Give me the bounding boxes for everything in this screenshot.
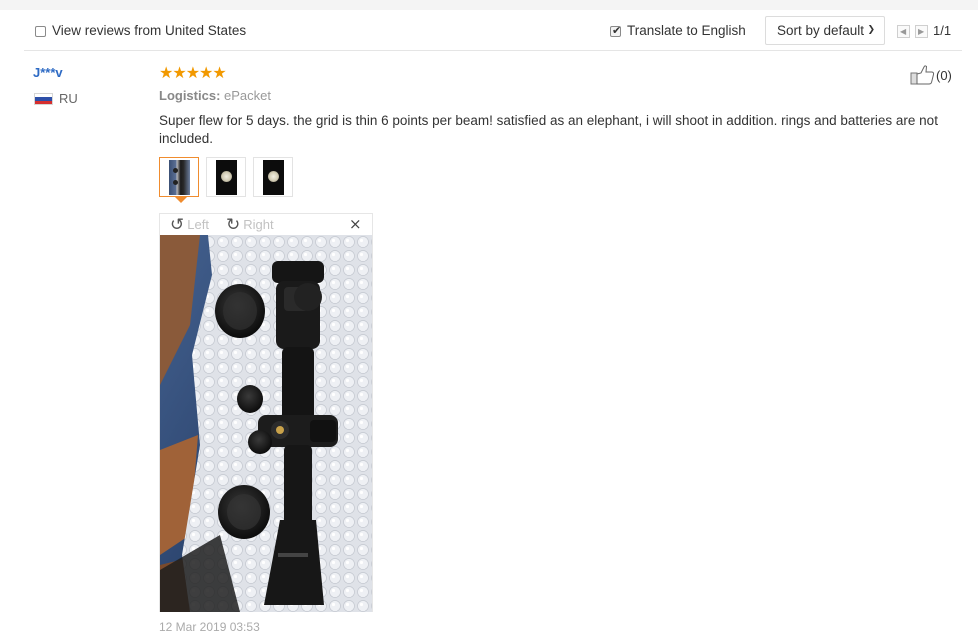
checkmark-icon: ✔ [612, 24, 622, 37]
close-viewer-button[interactable]: × [349, 215, 362, 233]
arrow-left-icon: ◀ [900, 27, 907, 36]
review-photo-thumbnail-3[interactable] [253, 157, 293, 197]
logistics-label: Logistics: [159, 88, 221, 103]
rotate-left-button[interactable]: ↺ Left [170, 215, 209, 235]
sort-label: Sort by default [777, 23, 865, 38]
logistics-info: Logistics: ePacket [159, 88, 271, 103]
review-photo-thumbnail-1[interactable] [159, 157, 199, 197]
photo-viewer-toolbar: ↺ Left ↻ Right × [160, 214, 372, 235]
logistics-value: ePacket [224, 88, 272, 103]
country-flag-icon [34, 93, 53, 105]
top-strip [0, 0, 978, 10]
helpful-count: (0) [936, 68, 952, 83]
chevron-down-icon: ❯ [867, 25, 875, 35]
review-photo-thumbnail-2[interactable] [206, 157, 246, 197]
rotate-left-icon: ↺ [170, 215, 185, 235]
review-photo-large [160, 235, 372, 612]
page-indicator: 1/1 [933, 23, 952, 38]
rotate-right-button[interactable]: ↻ Right [226, 215, 274, 235]
reviewer-country: RU [59, 91, 78, 106]
review-filter-bar: View reviews from United States ✔ Transl… [24, 14, 962, 51]
photo-thumbnail-image [263, 160, 284, 195]
photo-thumbnail-image [216, 160, 237, 195]
photo-thumbnail-image [169, 160, 190, 195]
next-page-button[interactable]: ▶ [915, 25, 928, 38]
translate-checkbox[interactable]: ✔ [610, 24, 622, 37]
review-text: Super flew for 5 days. the grid is thin … [159, 113, 938, 146]
star-rating: ★★★★★ [159, 63, 227, 82]
active-thumbnail-pointer [175, 197, 187, 203]
arrow-right-icon: ▶ [918, 27, 925, 36]
rotate-right-icon: ↻ [226, 215, 241, 235]
sort-dropdown[interactable]: Sort by default ❯ [765, 16, 885, 45]
view-reviews-us-checkbox[interactable] [35, 26, 46, 37]
photo-viewer: ↺ Left ↻ Right × [159, 213, 373, 612]
rotate-right-label: Right [243, 217, 274, 232]
reviewer-name[interactable]: J***v [33, 65, 63, 80]
rotate-left-label: Left [187, 217, 209, 232]
review-date: 12 Mar 2019 03:53 [159, 620, 260, 634]
translate-label[interactable]: Translate to English [627, 23, 746, 38]
prev-page-button[interactable]: ◀ [897, 25, 910, 38]
view-reviews-us-label[interactable]: View reviews from United States [52, 23, 246, 38]
thumbs-up-icon [910, 65, 935, 85]
